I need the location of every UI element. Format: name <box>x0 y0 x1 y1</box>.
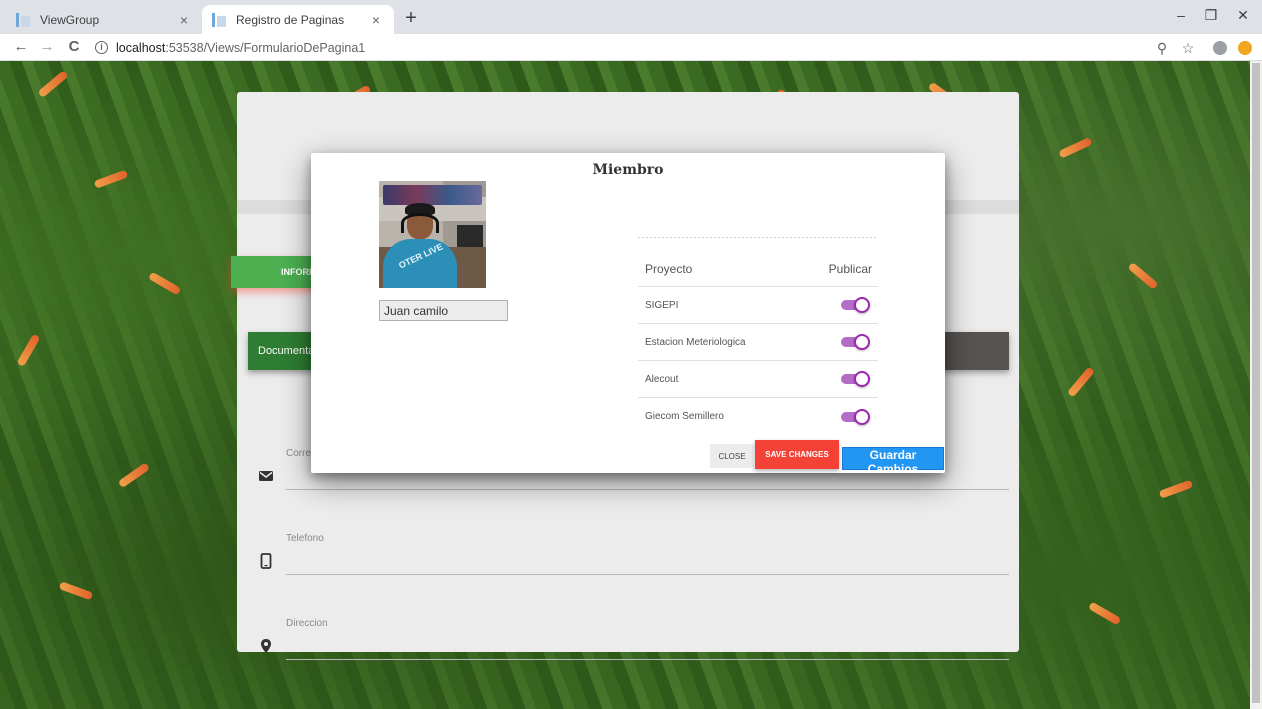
phone-icon <box>260 553 272 569</box>
project-name: SIGEPI <box>645 299 679 311</box>
toggle-knob <box>854 371 870 387</box>
project-name: Alecout <box>645 373 679 385</box>
page-favicon-icon <box>212 12 226 27</box>
photo-banner <box>383 185 482 205</box>
extension-icon[interactable] <box>1213 41 1227 55</box>
profile-alert-icon[interactable] <box>1238 41 1252 55</box>
toggle-knob <box>854 297 870 313</box>
publish-toggle[interactable] <box>841 334 870 350</box>
tab-close-icon[interactable]: × <box>176 12 192 28</box>
background-flower <box>1127 261 1159 290</box>
tab-title: ViewGroup <box>40 12 100 27</box>
tab-viewgroup[interactable]: ViewGroup × <box>6 5 202 34</box>
field-underline <box>286 574 1009 575</box>
background-flower <box>1066 366 1095 398</box>
window-close-button[interactable]: ✕ <box>1228 4 1258 26</box>
browser-toolbar: ← → C i localhost :53538/Views/Formulari… <box>0 34 1262 61</box>
bookmark-star-icon[interactable]: ☆ <box>1178 38 1198 58</box>
close-button[interactable]: CLOSE <box>710 444 754 468</box>
location-icon <box>261 639 271 653</box>
background-flower <box>16 333 41 367</box>
table-row: SIGEPI <box>638 287 878 324</box>
publish-toggle[interactable] <box>841 371 870 387</box>
phone-label: Telefono <box>286 533 324 544</box>
email-icon <box>259 471 273 481</box>
field-underline <box>286 659 1009 660</box>
project-column-header: Proyecto <box>645 262 693 276</box>
publish-toggle[interactable] <box>841 297 870 313</box>
page-scrollbar[interactable] <box>1250 61 1262 709</box>
member-modal: Miembro OTER LIVE Proyecto Publicar SIGE… <box>311 153 945 476</box>
field-underline <box>286 489 1009 490</box>
phone-field[interactable]: Telefono <box>248 533 1009 575</box>
background-flower <box>1088 601 1122 626</box>
url-host: localhost <box>116 40 166 55</box>
tab-title: Registro de Paginas <box>236 12 345 27</box>
email-label: Corre <box>286 448 312 459</box>
page-favicon-icon <box>16 12 30 27</box>
photo-monitor <box>457 225 483 247</box>
forward-button[interactable]: → <box>36 37 58 57</box>
toggle-knob <box>854 334 870 350</box>
background-flower <box>1058 137 1093 159</box>
dotted-divider <box>638 237 878 238</box>
table-row: Giecom Semillero <box>638 398 878 435</box>
table-row: Estacion Meteriologica <box>638 324 878 361</box>
save-changes-button[interactable]: SAVE CHANGES <box>755 440 839 469</box>
browser-tab-bar: ViewGroup × Registro de Paginas × + – ❐ … <box>0 0 1262 34</box>
headset-icon <box>401 213 439 233</box>
toggle-knob <box>854 408 870 425</box>
new-tab-button[interactable]: + <box>399 6 423 30</box>
url-path: :53538/Views/FormularioDePagina1 <box>165 40 366 55</box>
background-flower <box>117 462 151 489</box>
modal-title: Miembro <box>592 162 664 178</box>
table-row: Alecout <box>638 361 878 398</box>
site-info-icon[interactable]: i <box>95 41 108 54</box>
address-field[interactable]: Direccion <box>248 618 1009 660</box>
project-name: Estacion Meteriologica <box>645 336 746 348</box>
photo-body <box>383 239 457 288</box>
member-photo: OTER LIVE <box>379 181 486 288</box>
background-flower <box>148 271 182 296</box>
back-button[interactable]: ← <box>10 37 32 57</box>
background-flower <box>37 70 69 99</box>
projects-table: Proyecto Publicar SIGEPI Estacion Meteri… <box>638 252 878 435</box>
address-label: Direccion <box>286 618 328 629</box>
background-flower <box>58 581 94 601</box>
project-name: Giecom Semillero <box>645 411 724 422</box>
publish-toggle[interactable] <box>841 408 870 425</box>
minimize-button[interactable]: – <box>1166 4 1196 26</box>
zoom-icon[interactable]: ⚲ <box>1152 38 1172 58</box>
guardar-cambios-button[interactable]: Guardar Cambios <box>842 447 944 476</box>
scrollbar-thumb[interactable] <box>1252 63 1260 703</box>
tab-close-icon[interactable]: × <box>368 12 384 28</box>
tab-registro-de-paginas[interactable]: Registro de Paginas × <box>202 5 394 34</box>
projects-table-header: Proyecto Publicar <box>638 252 878 287</box>
reload-button[interactable]: C <box>63 37 85 57</box>
member-name-input[interactable] <box>379 300 508 321</box>
background-flower <box>1158 479 1194 499</box>
address-bar[interactable]: i localhost :53538/Views/FormularioDePag… <box>95 37 365 58</box>
background-flower <box>93 169 129 189</box>
restore-button[interactable]: ❐ <box>1196 4 1226 26</box>
publish-column-header: Publicar <box>828 262 872 276</box>
